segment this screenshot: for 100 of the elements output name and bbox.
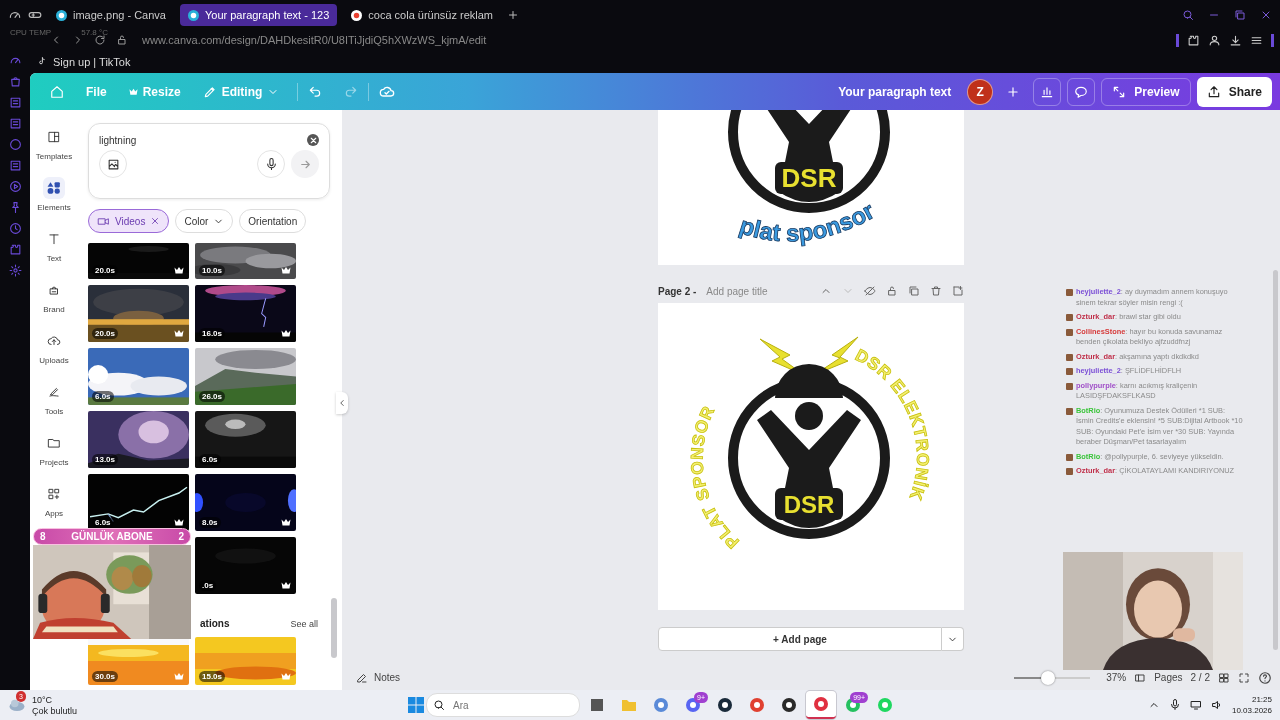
close-icon[interactable] [1260,9,1272,21]
browser-tab[interactable]: image.png - Canva [48,4,174,26]
video-thumbnail[interactable]: 20.0s [88,285,189,342]
trash-icon[interactable] [930,285,942,297]
video-thumbnail[interactable]: 20.0s [88,243,189,279]
download-icon[interactable] [1229,33,1242,47]
notes-button[interactable]: Notes [350,670,407,685]
share-button[interactable]: Share [1196,76,1272,107]
filter-chip[interactable]: Videos [88,209,170,233]
add-page-button[interactable]: + Add page [658,627,942,651]
search-icon[interactable] [1182,9,1194,21]
sidebar-item[interactable]: Templates [30,124,78,163]
scrollbar[interactable] [1273,270,1278,650]
new-tab-icon[interactable] [507,9,520,21]
duplicate-icon[interactable] [908,285,920,297]
design-title[interactable]: Your paragraph text [838,84,952,99]
lock-icon[interactable] [886,285,898,297]
app-icon [781,697,797,713]
browser-tab[interactable]: Your paragraph text - 123 [179,4,338,26]
comments-button[interactable] [1067,77,1096,106]
pages-icon[interactable] [1134,671,1147,684]
sidebar-item[interactable]: Projects [30,430,78,469]
video-thumbnail[interactable]: 26.0s [195,348,296,405]
duration-label: 20.0s [92,328,119,339]
lock-icon [116,34,128,46]
temperature: 10°C [32,694,54,705]
taskbar-search-field[interactable]: Ara [451,698,535,712]
pages-label[interactable]: Pages [1154,672,1183,683]
bookmark-link[interactable]: Sign up | TikTok [53,55,131,68]
reload-icon[interactable] [94,34,106,46]
filter-chip[interactable]: Orientation [239,209,307,233]
undo-icon[interactable] [308,84,323,99]
duration-label: 15.0s [199,671,226,682]
grid-view-icon[interactable] [1218,671,1230,684]
banner-title: GÜNLÜK ABONE [71,531,153,542]
monitor-icon[interactable] [1189,699,1202,711]
overlay-value: 57.8 °C [81,28,108,37]
volume-icon[interactable] [1210,699,1223,711]
hide-icon[interactable] [864,285,876,297]
sidebar-item[interactable]: Text [30,226,78,265]
tab-favicon-icon [56,9,67,21]
video-thumbnail[interactable]: 10.0s [195,243,296,279]
video-thumbnail[interactable]: 15.0s [195,637,296,685]
collapse-panel-button[interactable] [336,392,348,414]
image-search-button[interactable] [99,150,127,178]
browser-tab[interactable]: coca cola ürünsüz reklam [343,4,502,26]
insights-button[interactable] [1033,77,1062,106]
microphone-button[interactable] [257,150,285,178]
app-icon [589,697,605,713]
play-icon[interactable] [8,180,22,193]
duration-label: 30.0s [92,671,119,682]
duration-label: 13.0s [92,454,119,465]
video-thumbnail[interactable]: 6.0s [88,348,189,405]
sidebar-item[interactable]: Tools [30,379,78,418]
app-icon [717,697,733,713]
add-page-icon[interactable] [952,285,964,297]
duration-label: 6.0s [92,517,114,528]
sidebar-item[interactable]: Apps [30,481,78,520]
video-thumbnail[interactable]: .0s [195,537,296,594]
preview-button[interactable]: Preview [1101,77,1191,106]
help-icon[interactable] [1258,670,1272,685]
chat-badge-icon [1066,289,1073,296]
address-bar[interactable]: www.canva.com/design/DAHDkesitR0/U8ITiJjdiQ5hXWzWS_kjmA/edit [142,34,487,46]
duration-label: 20.0s [92,265,119,276]
folder-icon [47,436,61,450]
filter-chip[interactable]: Color [175,209,234,233]
app-icon [653,697,669,713]
duration-label: 10.0s [199,265,226,276]
chat-badge-icon [1066,407,1073,415]
video-thumbnail[interactable]: 6.0s [195,411,296,468]
video-thumbnail[interactable]: 13.0s [88,411,189,468]
pen-icon [47,385,61,399]
video-thumbnail[interactable]: 30.0s [88,637,189,685]
restore-icon[interactable] [1234,9,1246,21]
see-all-link[interactable]: See all [290,618,318,629]
clear-button[interactable] [307,134,319,146]
video-thumbnail[interactable]: 6.0s [88,474,189,531]
sidebar-item[interactable]: Brand [30,277,78,316]
settings-icon[interactable] [8,264,22,277]
sidebar-item[interactable]: Elements [30,175,78,214]
user-avatar[interactable]: Z [967,78,994,105]
music-note-icon [36,56,47,67]
clock-date[interactable]: 10.03.2026 [1231,706,1272,715]
video-thumbnail[interactable]: 8.0s [195,474,296,531]
weather-text: Çok bulutlu [32,705,78,716]
taskbar-search-box[interactable]: Ara [426,693,580,717]
clock-icon[interactable] [8,222,22,235]
page-label: Page 2 - [658,285,697,297]
video-thumbnail[interactable]: 16.0s [195,285,296,342]
remove-icon [150,216,161,226]
microphone-icon[interactable] [1168,699,1181,711]
sidebar-item[interactable]: Uploads [30,328,78,367]
profile-icon[interactable] [1208,33,1221,47]
zoom-reading[interactable]: 37% [1106,672,1127,683]
bag-icon[interactable] [8,75,22,88]
clock-time[interactable]: 21:25 [1251,695,1272,704]
zoom-slider[interactable] [1014,670,1091,685]
duration-label: 6.0s [92,391,114,402]
start-icon[interactable] [408,697,424,713]
fullscreen-icon[interactable] [1238,671,1250,684]
